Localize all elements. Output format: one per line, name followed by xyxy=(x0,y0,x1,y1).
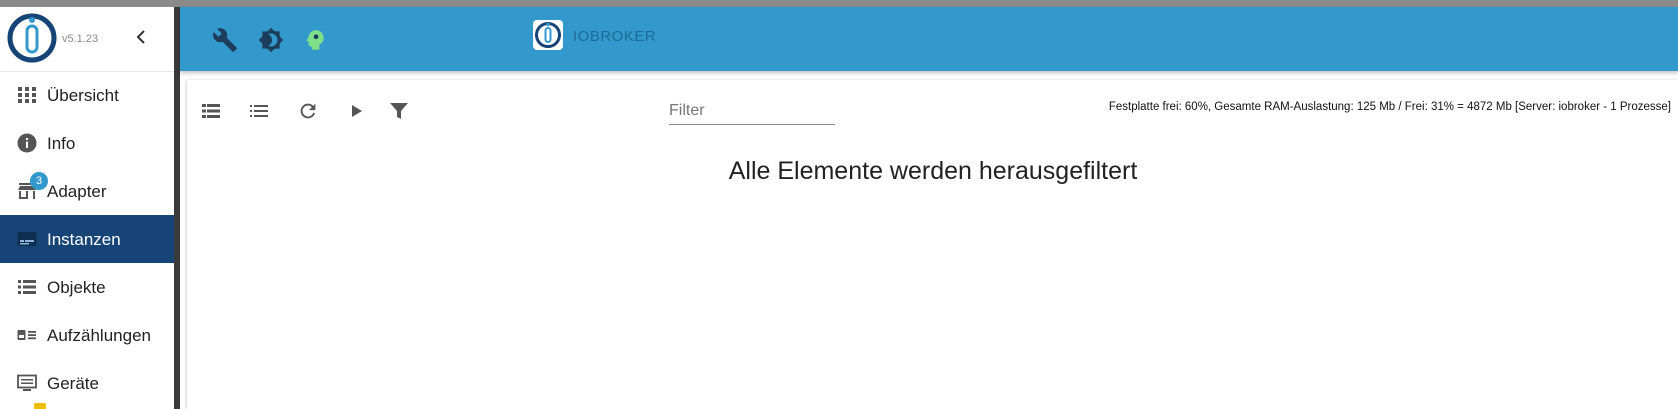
sidebar-nav: Übersicht Info 3 Adapter Instanzen Objek… xyxy=(0,71,174,407)
instances-panel: Festplatte frei: 60%, Gesamte RAM-Auslas… xyxy=(186,80,1678,409)
sidebar-item-geraete[interactable]: Geräte xyxy=(0,359,174,407)
instances-icon xyxy=(17,232,37,246)
brand-title: IOBROKER xyxy=(573,28,657,45)
iobroker-brand-icon xyxy=(533,20,563,50)
sidebar-item-label: Adapter xyxy=(47,182,107,201)
app-version: v5.1.23 xyxy=(62,33,99,45)
sidebar-item-adapter[interactable]: 3 Adapter xyxy=(0,167,174,215)
app-header: IOBROKER xyxy=(180,7,1678,71)
enum-icon xyxy=(17,330,36,340)
updates-badge: 3 xyxy=(30,172,48,190)
next-nav-icon-peek xyxy=(34,403,46,409)
sidebar-item-label: Info xyxy=(47,134,76,153)
play-icon[interactable] xyxy=(345,100,367,122)
sidebar-item-aufzaehlungen[interactable]: Aufzählungen xyxy=(0,311,174,359)
sidebar-item-label: Übersicht xyxy=(47,86,119,105)
filter-input[interactable] xyxy=(669,98,835,125)
wrench-icon[interactable] xyxy=(212,27,238,53)
info-icon xyxy=(17,133,37,153)
brightness-icon[interactable] xyxy=(258,27,284,53)
window-top-strip xyxy=(0,0,1678,7)
devices-icon xyxy=(17,374,37,391)
sidebar-item-label: Geräte xyxy=(47,374,99,393)
iobroker-logo-icon[interactable] xyxy=(7,13,57,63)
apps-grid-icon xyxy=(18,87,36,103)
refresh-icon[interactable] xyxy=(297,100,319,122)
sidebar-item-instanzen[interactable]: Instanzen xyxy=(0,215,174,263)
sidebar-item-label: Instanzen xyxy=(47,230,121,249)
list-icon xyxy=(18,280,36,294)
sidebar-item-label: Objekte xyxy=(47,278,106,297)
sidebar-item-uebersicht[interactable]: Übersicht xyxy=(0,71,174,119)
chevron-left-icon[interactable] xyxy=(132,27,152,47)
sidebar-item-objekte[interactable]: Objekte xyxy=(0,263,174,311)
sidebar-item-label: Aufzählungen xyxy=(47,326,151,345)
empty-state-message: Alle Elemente werden herausgefiltert xyxy=(728,157,1138,185)
sidebar-item-info[interactable]: Info xyxy=(0,119,174,167)
host-status-text: Festplatte frei: 60%, Gesamte RAM-Auslas… xyxy=(1108,101,1671,113)
expert-head-icon[interactable] xyxy=(302,27,328,53)
sidebar: v5.1.23 Übersicht Info 3 Adapter Instanz… xyxy=(0,7,174,409)
filter-icon[interactable] xyxy=(388,100,410,122)
view-table-icon[interactable] xyxy=(200,100,222,122)
view-list-icon[interactable] xyxy=(248,100,270,122)
sidebar-header: v5.1.23 xyxy=(0,7,174,72)
